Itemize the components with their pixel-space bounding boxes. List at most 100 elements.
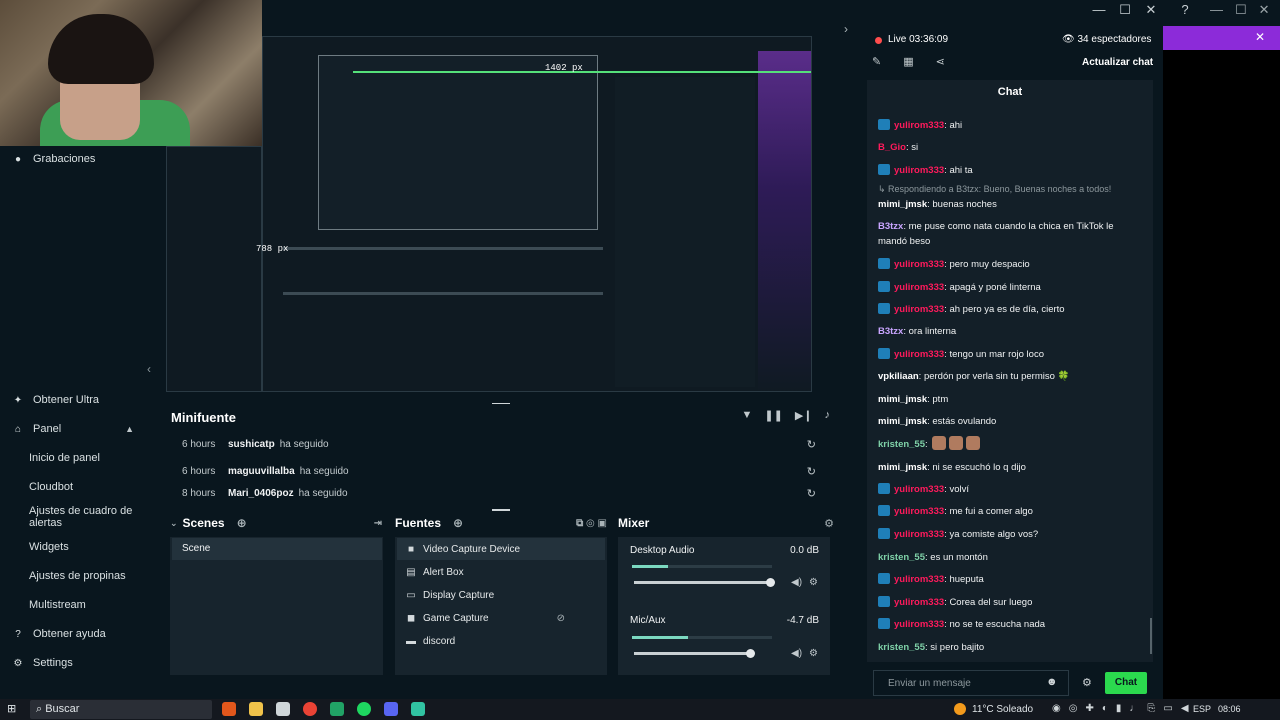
gear-icon[interactable]: ⚙ (809, 648, 818, 659)
collapse-sidebar-icon[interactable]: ‹ (147, 362, 151, 376)
maximize-icon[interactable]: ☐ (1118, 2, 1132, 20)
source-tools-icon[interactable]: ⧉ ◎ ▣ (576, 518, 607, 529)
chevron-right-icon[interactable]: › (844, 22, 848, 36)
tray-icon[interactable]: ✚ (1085, 703, 1093, 714)
minimize-icon[interactable]: — (1210, 2, 1223, 20)
weather-widget[interactable]: 11°C Soleado (954, 703, 1033, 715)
chat-username[interactable]: yulirom333 (894, 120, 944, 131)
volume-slider-thumb[interactable] (745, 649, 755, 658)
chat-send-button[interactable]: Chat (1105, 672, 1147, 694)
chat-username[interactable]: mimi_jmsk (878, 462, 927, 473)
sidebar-item-cloudbot[interactable]: Cloudbot (0, 476, 162, 498)
chrome-icon[interactable] (303, 702, 317, 716)
chat-username[interactable]: yulirom333 (894, 282, 944, 293)
source-item[interactable]: ■ Video Capture Device (397, 538, 605, 560)
close-icon[interactable]: ✕ (1255, 30, 1265, 44)
speaker-icon[interactable]: ◀) (791, 648, 802, 659)
taskbar-search[interactable]: ⌕ Buscar (30, 700, 212, 719)
mic-icon[interactable]: ♩ (1129, 703, 1139, 714)
spotify-icon[interactable] (357, 702, 371, 716)
chat-username[interactable]: B3tzx (878, 326, 903, 337)
tray-icon[interactable]: ◉ (1052, 703, 1061, 714)
chat-username[interactable]: yulirom333 (894, 165, 944, 176)
clock[interactable]: 08:06 (1218, 704, 1241, 714)
streamlabs-icon[interactable] (411, 702, 425, 716)
add-scene-icon[interactable]: ⊕ (237, 516, 247, 530)
source-item[interactable]: ▭ Display Capture (397, 584, 605, 606)
filter-icon[interactable]: ▼ (741, 409, 752, 422)
discord-icon[interactable] (384, 702, 398, 716)
hidden-eye-icon[interactable]: ⊘ (557, 613, 565, 624)
gear-icon[interactable]: ⚙ (824, 517, 834, 530)
speaker-icon[interactable]: ◀) (791, 577, 802, 588)
source-item[interactable]: ▬ discord (397, 630, 605, 652)
tray-icon[interactable]: ◎ (1069, 703, 1078, 714)
excel-icon[interactable] (330, 702, 344, 716)
chat-username[interactable]: yulirom333 (894, 597, 944, 608)
sidebar-item-recordings[interactable]: ● Grabaciones (0, 148, 162, 170)
add-source-icon[interactable]: ⊕ (453, 516, 463, 530)
chat-username[interactable]: yulirom333 (894, 304, 944, 315)
chat-scrollbar[interactable] (1150, 618, 1152, 654)
source-item[interactable]: ▤ Alert Box (397, 561, 605, 583)
folder-icon[interactable] (249, 702, 263, 716)
chat-username[interactable]: kristen_55 (878, 642, 925, 653)
usb-icon[interactable]: ⎘ (1147, 703, 1155, 714)
sidebar-item-help[interactable]: ? Obtener ayuda (0, 623, 162, 645)
replay-icon[interactable]: ↻ (807, 487, 816, 500)
volume-icon[interactable]: ♪ (825, 409, 831, 422)
chat-username[interactable]: mimi_jmsk (878, 394, 927, 405)
resize-handle[interactable] (492, 509, 510, 511)
gear-icon[interactable]: ⚙ (809, 577, 818, 588)
source-item[interactable]: ◼ Game Capture ⊘ (397, 607, 605, 629)
sidebar-item-widgets[interactable]: Widgets (0, 536, 162, 558)
chat-username[interactable]: yulirom333 (894, 619, 944, 630)
help-icon[interactable]: ? (1178, 2, 1192, 20)
sidebar-item-multistream[interactable]: Multistream (0, 594, 162, 616)
chat-username[interactable]: yulirom333 (894, 506, 944, 517)
windows-start-icon[interactable]: ⊞ (7, 702, 16, 715)
chat-username[interactable]: yulirom333 (894, 529, 944, 540)
chat-username[interactable]: kristen_55 (878, 439, 925, 450)
stream-preview[interactable]: 1402 px (262, 36, 812, 392)
skip-icon[interactable]: ▶❙ (795, 409, 813, 422)
tray-icon[interactable]: ◐ (1102, 703, 1108, 714)
close-icon[interactable]: ✕ (1144, 2, 1158, 20)
chat-username[interactable]: B3tzx (878, 221, 903, 232)
chat-username[interactable]: mimi_jmsk (878, 199, 927, 210)
chat-username[interactable]: yulirom333 (894, 259, 944, 270)
sidebar-item-settings[interactable]: ⚙ Settings (0, 652, 162, 674)
chat-input[interactable]: Enviar un mensaje (873, 670, 1069, 696)
chat-username[interactable]: kristen_55 (878, 552, 925, 563)
chevron-down-icon[interactable]: ⌄ (170, 518, 178, 529)
chat-username[interactable]: B_Gio (878, 142, 906, 153)
sidebar-item-inicio-panel[interactable]: Inicio de panel (0, 447, 162, 469)
replay-icon[interactable]: ↻ (807, 438, 816, 451)
sidebar-item-tips-settings[interactable]: Ajustes de propinas (0, 565, 162, 587)
transition-icon[interactable]: ⇥ (374, 518, 382, 529)
tray-icon[interactable]: ▮ (1116, 703, 1122, 714)
volume-icon[interactable]: ◀ (1181, 703, 1189, 714)
refresh-chat-button[interactable]: Actualizar chat (1082, 57, 1153, 68)
chat-username[interactable]: mimi_jmsk (878, 416, 927, 427)
maximize-icon[interactable]: ☐ (1235, 2, 1247, 20)
share-icon[interactable]: ⋖ (936, 55, 945, 68)
edit-icon[interactable]: ✎ (872, 55, 881, 68)
chat-username[interactable]: vpkiliaan (878, 371, 919, 382)
chat-username[interactable]: yulirom333 (894, 574, 944, 585)
volume-slider[interactable] (634, 581, 770, 584)
volume-slider-thumb[interactable] (766, 578, 775, 587)
sidebar-item-ultra[interactable]: ✦ Obtener Ultra (0, 389, 162, 411)
sidebar-item-panel[interactable]: ⌂ Panel ▲ (0, 418, 162, 440)
language-indicator[interactable]: ESP (1193, 704, 1211, 714)
clip-icon[interactable]: ▦ (903, 55, 913, 68)
app-icon[interactable] (276, 702, 290, 716)
scene-item[interactable]: Scene (172, 538, 382, 560)
pause-icon[interactable]: ❚❚ (764, 409, 782, 422)
emoji-icon[interactable]: ☻ (1046, 676, 1058, 688)
network-icon[interactable]: ▭ (1163, 703, 1172, 714)
chat-username[interactable]: yulirom333 (894, 484, 944, 495)
chat-username[interactable]: yulirom333 (894, 349, 944, 360)
app-icon[interactable] (222, 702, 236, 716)
sidebar-item-alert-box-settings[interactable]: Ajustes de cuadro de alertas (0, 502, 162, 532)
